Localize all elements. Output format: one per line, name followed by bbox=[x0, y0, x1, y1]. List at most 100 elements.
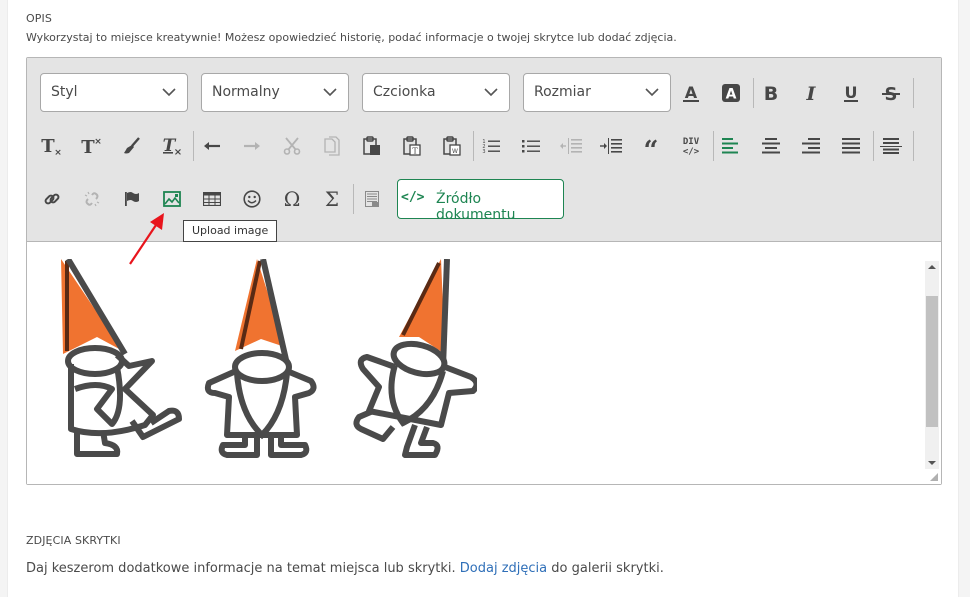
format-dropdown-label: Normalny bbox=[212, 84, 280, 100]
special-char-button[interactable]: Ω bbox=[277, 184, 307, 214]
justify-button[interactable] bbox=[836, 131, 866, 161]
subscript-icon: T × bbox=[41, 136, 62, 156]
bold-button[interactable]: B bbox=[756, 78, 786, 108]
unlink-button[interactable] bbox=[77, 184, 107, 214]
paste-text-button[interactable]: T bbox=[397, 131, 427, 161]
photos-text-before: Daj keszerom dodatkowe informacje na tem… bbox=[26, 561, 456, 576]
toolbar-separator bbox=[713, 131, 714, 161]
svg-text:DIV: DIV bbox=[683, 137, 700, 147]
link-icon bbox=[44, 193, 60, 205]
bulleted-list-button[interactable] bbox=[516, 131, 546, 161]
vertical-scrollbar[interactable] bbox=[925, 261, 939, 469]
toolbar-separator bbox=[473, 131, 474, 161]
toolbar-separator bbox=[753, 78, 754, 108]
strikethrough-button[interactable]: S bbox=[876, 78, 906, 108]
undo-button[interactable] bbox=[197, 131, 227, 161]
increase-indent-icon bbox=[600, 138, 622, 154]
numbered-list-button[interactable]: 123 bbox=[476, 131, 506, 161]
decrease-indent-button[interactable] bbox=[556, 131, 586, 161]
svg-text:×: × bbox=[174, 147, 182, 156]
svg-text:T: T bbox=[81, 137, 95, 156]
underline-icon: U bbox=[844, 83, 858, 102]
redo-button[interactable] bbox=[237, 131, 267, 161]
templates-button[interactable] bbox=[357, 184, 387, 214]
scrollbar-thumb[interactable] bbox=[926, 296, 938, 427]
emoji-button[interactable] bbox=[237, 184, 267, 214]
svg-text:×: × bbox=[54, 148, 62, 156]
svg-text:I: I bbox=[806, 83, 817, 103]
underline-button[interactable]: U bbox=[836, 78, 866, 108]
format-dropdown[interactable]: Normalny bbox=[201, 73, 349, 112]
gnome-center bbox=[204, 259, 317, 458]
div-container-icon: DIV</> bbox=[683, 137, 700, 157]
gnomes-image[interactable] bbox=[57, 259, 477, 459]
svg-text:T: T bbox=[412, 147, 418, 156]
resize-handle-icon[interactable] bbox=[930, 473, 938, 481]
code-icon: </> bbox=[401, 190, 425, 205]
svg-text:3: 3 bbox=[482, 149, 485, 154]
horizontal-line-button[interactable] bbox=[876, 131, 906, 161]
copy-button[interactable] bbox=[317, 131, 347, 161]
background-color-icon: A bbox=[722, 84, 740, 102]
align-left-icon bbox=[722, 138, 738, 154]
gnome-right bbox=[353, 259, 477, 458]
subscript-button[interactable]: T × bbox=[37, 131, 67, 161]
align-right-button[interactable] bbox=[796, 131, 826, 161]
chevron-down-icon bbox=[162, 88, 176, 97]
paste-text-icon: T bbox=[403, 136, 421, 156]
copy-icon bbox=[324, 136, 340, 156]
unlink-icon bbox=[84, 191, 100, 207]
paste-from-word-icon: W bbox=[443, 136, 461, 156]
omega-icon: Ω bbox=[284, 189, 301, 209]
decrease-indent-icon bbox=[560, 138, 582, 154]
source-code-button[interactable]: </> Źródło dokumentu bbox=[397, 179, 564, 223]
photos-label: ZDJĘCIA SKRYTKI bbox=[26, 534, 121, 547]
chevron-down-icon bbox=[484, 88, 498, 97]
photos-description: Daj keszerom dodatkowe informacje na tem… bbox=[26, 561, 664, 576]
svg-text:A: A bbox=[685, 83, 698, 102]
style-dropdown[interactable]: Styl bbox=[40, 73, 188, 112]
table-button[interactable] bbox=[197, 184, 227, 214]
align-right-icon bbox=[802, 138, 820, 154]
svg-text:A: A bbox=[726, 87, 737, 103]
remove-format-button[interactable]: T × bbox=[157, 131, 187, 161]
table-icon bbox=[203, 192, 221, 206]
cut-icon bbox=[283, 137, 301, 155]
add-photos-link[interactable]: Dodaj zdjęcia bbox=[460, 561, 547, 576]
blockquote-button[interactable]: “ bbox=[636, 131, 666, 161]
paste-button[interactable] bbox=[357, 131, 387, 161]
increase-indent-button[interactable] bbox=[596, 131, 626, 161]
upload-image-tooltip: Upload image bbox=[183, 220, 278, 242]
align-center-icon bbox=[762, 138, 780, 154]
math-button[interactable]: Σ bbox=[317, 184, 347, 214]
editor-content-area[interactable] bbox=[27, 243, 941, 484]
blockquote-icon: “ bbox=[644, 139, 659, 153]
size-dropdown-label: Rozmiar bbox=[534, 84, 591, 100]
paste-from-word-button[interactable]: W bbox=[437, 131, 467, 161]
background-color-button[interactable]: A bbox=[716, 78, 746, 108]
page-right-edge bbox=[958, 0, 970, 597]
svg-text:Σ: Σ bbox=[325, 189, 339, 209]
bulleted-list-icon bbox=[522, 140, 540, 153]
chevron-down-icon bbox=[323, 88, 337, 97]
italic-button[interactable]: I bbox=[796, 78, 826, 108]
cut-button[interactable] bbox=[277, 131, 307, 161]
div-container-button[interactable]: DIV </> bbox=[676, 131, 706, 161]
style-dropdown-label: Styl bbox=[51, 84, 78, 100]
scroll-down-arrow-icon[interactable] bbox=[928, 461, 936, 465]
font-dropdown[interactable]: Czcionka bbox=[362, 73, 510, 112]
svg-text:×: × bbox=[94, 137, 102, 147]
text-color-button[interactable]: A bbox=[676, 78, 706, 108]
size-dropdown[interactable]: Rozmiar bbox=[523, 73, 671, 112]
align-left-button[interactable] bbox=[716, 131, 746, 161]
superscript-button[interactable]: T × bbox=[77, 131, 107, 161]
scroll-up-arrow-icon[interactable] bbox=[928, 265, 936, 269]
source-code-button-label: Źródło dokumentu bbox=[436, 191, 516, 223]
copy-formatting-button[interactable] bbox=[117, 131, 147, 161]
link-button[interactable] bbox=[37, 184, 67, 214]
italic-icon: I bbox=[806, 83, 817, 103]
align-center-button[interactable] bbox=[756, 131, 786, 161]
copy-formatting-icon bbox=[124, 137, 140, 154]
superscript-icon: T × bbox=[81, 137, 102, 156]
red-pointer-arrow-icon bbox=[129, 213, 164, 265]
